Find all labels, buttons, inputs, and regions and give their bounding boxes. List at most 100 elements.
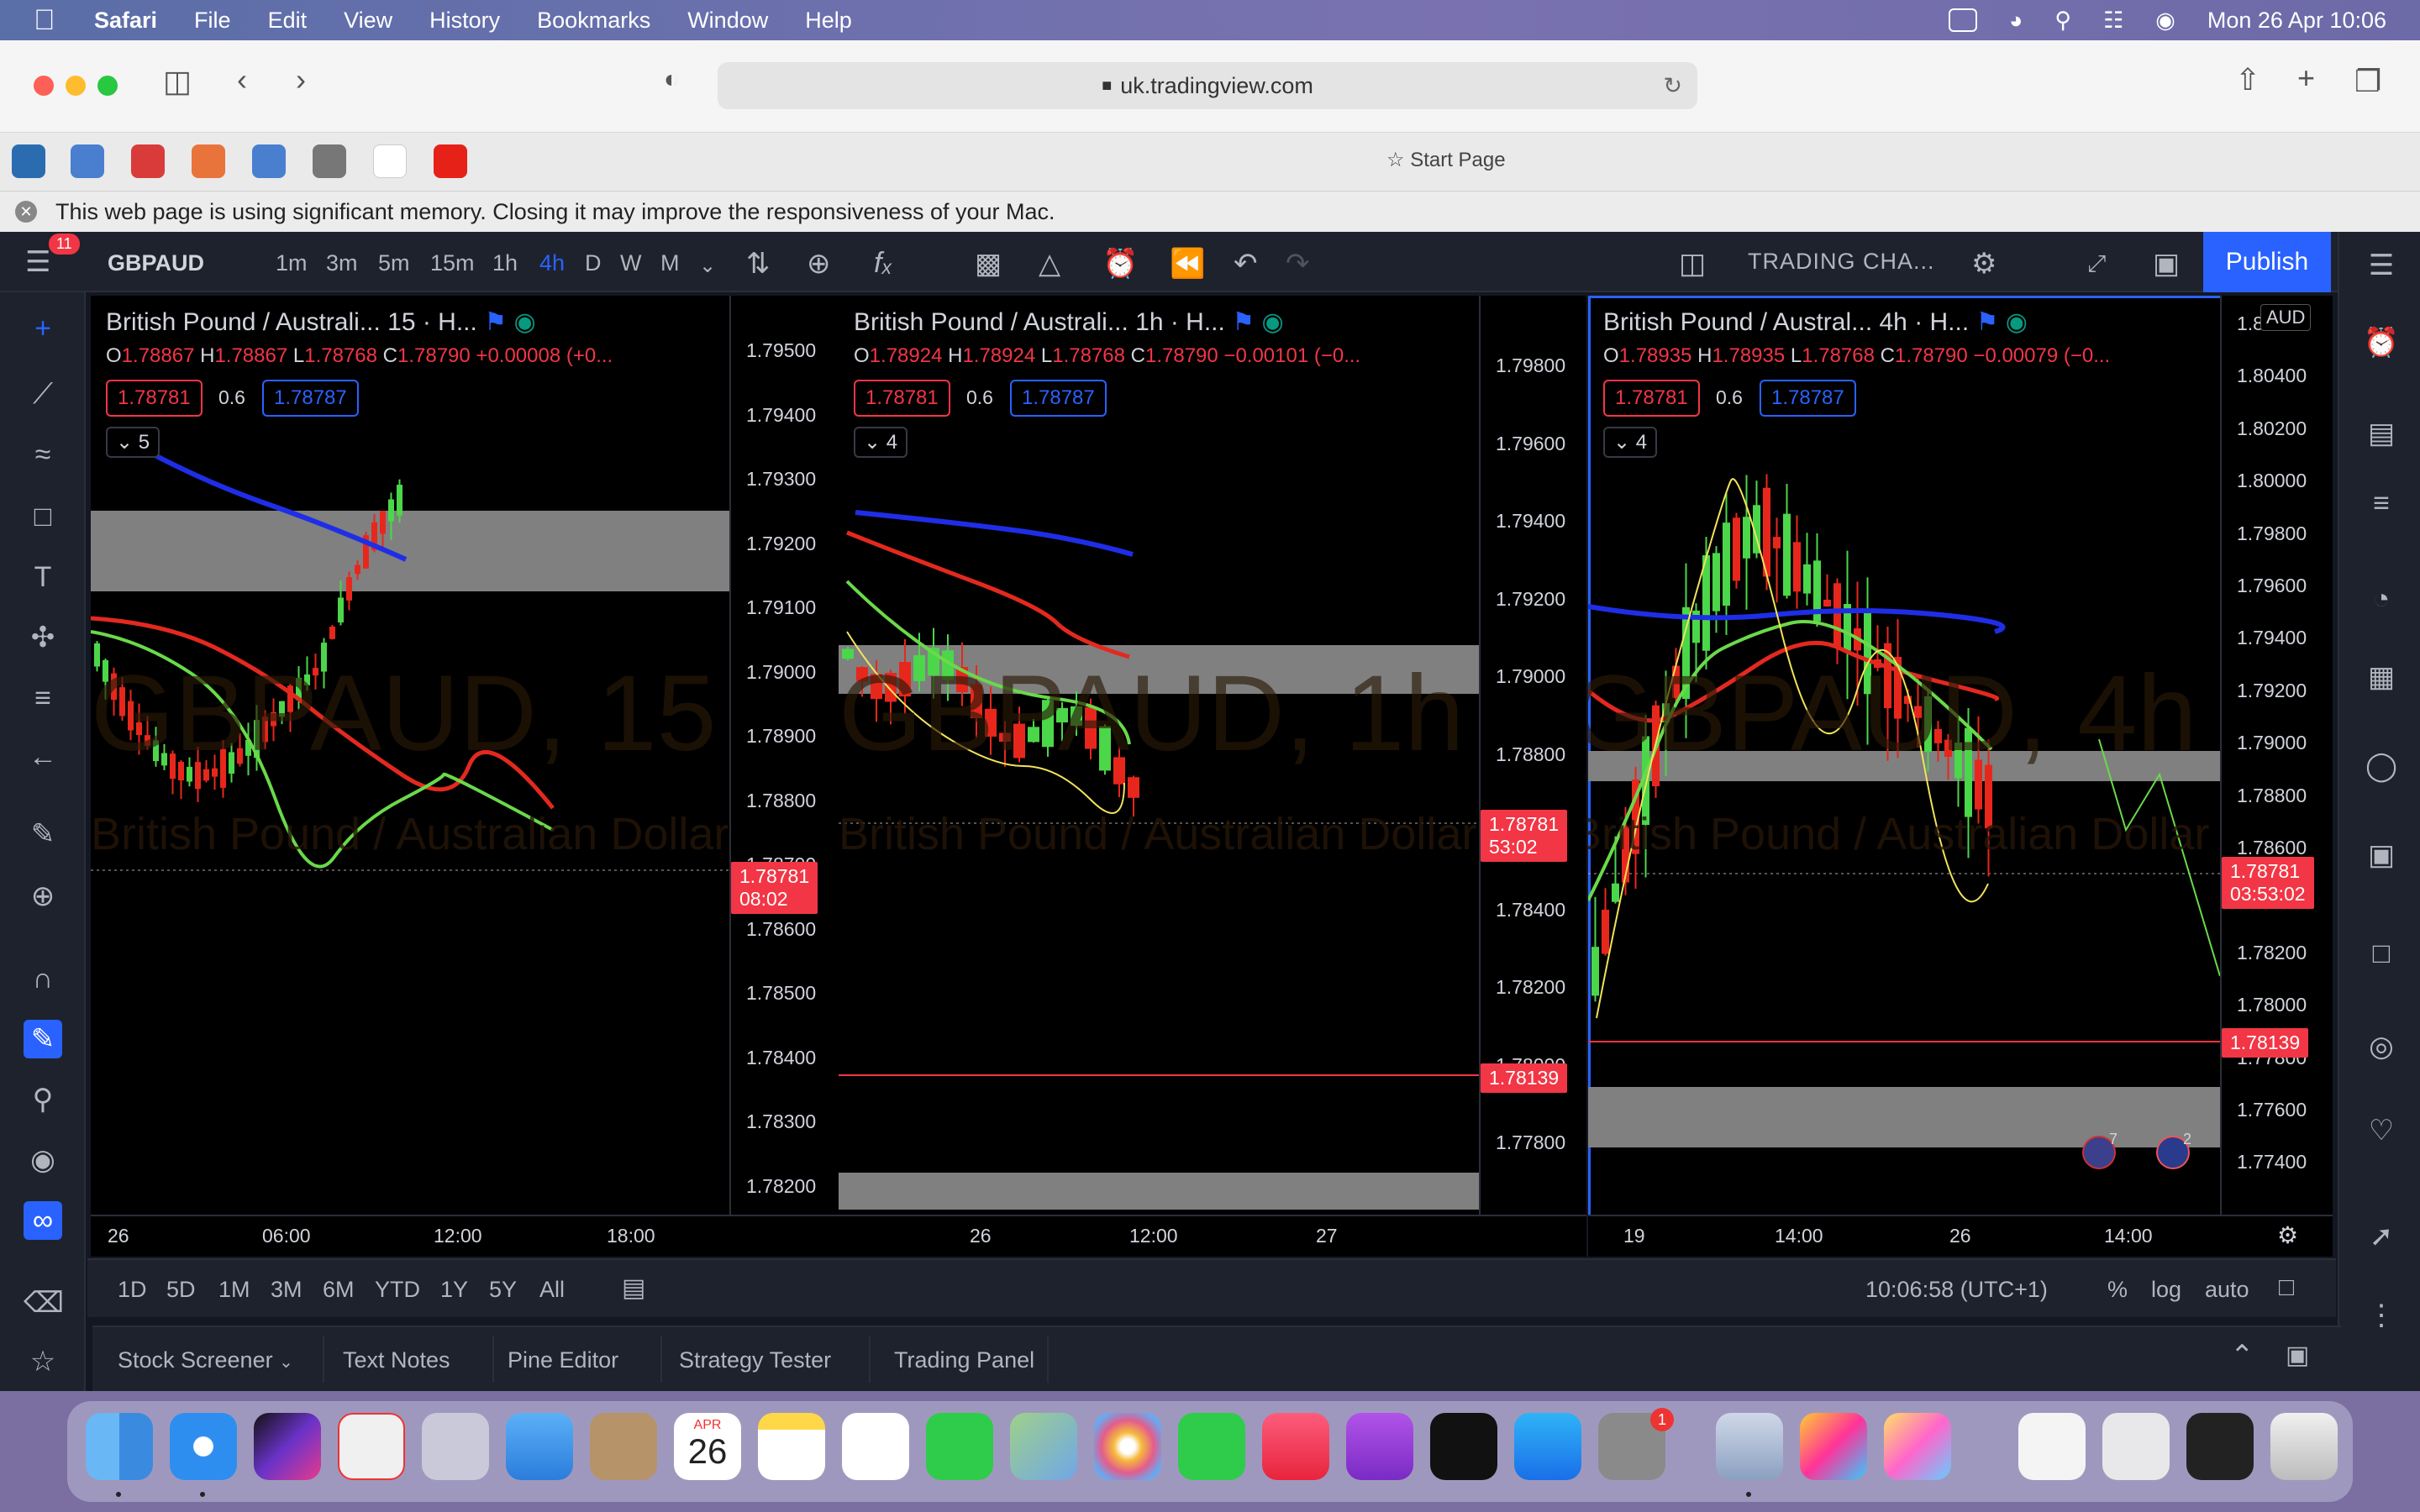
- flag-icon[interactable]: ⚑: [1976, 308, 1999, 336]
- chart-pane-4h[interactable]: GBPAUD, 4h British Pound / Australian Do…: [1588, 296, 2333, 1257]
- calendar-icon[interactable]: ▦: [2361, 660, 2402, 701]
- close-banner-icon[interactable]: ✕: [15, 201, 37, 223]
- buy-button[interactable]: 1.78787: [1760, 380, 1856, 417]
- sidebar-toggle-icon[interactable]: ◫: [163, 64, 192, 99]
- templates-icon[interactable]: ▩: [975, 247, 1002, 281]
- safari-icon[interactable]: [170, 1413, 237, 1480]
- chart-settings-icon[interactable]: ⚙: [2277, 1221, 2298, 1249]
- menu-icon[interactable]: ☰: [25, 245, 50, 279]
- favorite-chart-icon[interactable]: [252, 144, 286, 178]
- timeframe-15m[interactable]: 15m: [430, 250, 475, 276]
- flag-icon[interactable]: ⚑: [484, 308, 507, 336]
- timeframe-M[interactable]: M: [660, 250, 680, 276]
- zoom-in-icon[interactable]: ⊕: [24, 877, 62, 916]
- magnet-icon[interactable]: ∩: [24, 959, 62, 998]
- price-axis[interactable]: 1.79800 1.79600 1.79400 1.79200 1.79000 1.788…: [1479, 296, 1586, 1215]
- battery-icon[interactable]: [1948, 8, 1977, 32]
- crosshair-icon[interactable]: +: [24, 309, 62, 348]
- sell-button[interactable]: 1.78781: [106, 380, 203, 417]
- menu-edit[interactable]: Edit: [268, 8, 308, 34]
- percent-scale-toggle[interactable]: %: [2107, 1277, 2128, 1303]
- replay-icon[interactable]: ⏪: [1170, 247, 1205, 281]
- hotlist-icon[interactable]: ◔: [2361, 583, 2402, 623]
- trendline-icon[interactable]: ⟋: [24, 375, 62, 413]
- menu-window[interactable]: Window: [687, 8, 768, 34]
- dom-icon[interactable]: ⋮: [2361, 1299, 2402, 1339]
- pane-title[interactable]: British Pound / Australi... 1h · H... ⚑ …: [854, 307, 1284, 337]
- range-5D[interactable]: 5D: [166, 1277, 196, 1303]
- start-page-tab[interactable]: ☆ Start Page: [1386, 148, 1506, 172]
- prediction-icon[interactable]: ≡: [24, 679, 62, 717]
- menu-bookmarks[interactable]: Bookmarks: [537, 8, 650, 34]
- currency-label[interactable]: AUD: [2260, 304, 2312, 331]
- favorite-youtube-icon[interactable]: [434, 144, 467, 178]
- redo-icon[interactable]: ↷: [1286, 247, 1310, 281]
- favorite-tradingview-icon[interactable]: [12, 144, 45, 178]
- range-1Y[interactable]: 1Y: [440, 1277, 468, 1303]
- launchpad-icon[interactable]: [422, 1413, 489, 1480]
- siri-icon[interactable]: [254, 1413, 321, 1480]
- tab-stock-screener[interactable]: Stock Screener ⌄: [118, 1347, 293, 1373]
- tab-trading-panel[interactable]: Trading Panel: [894, 1347, 1034, 1373]
- camera-icon[interactable]: ▣: [2153, 247, 2180, 281]
- new-tab-icon[interactable]: +: [2297, 60, 2315, 96]
- maps-icon[interactable]: [1010, 1413, 1077, 1480]
- price-axis[interactable]: 1.806001.804001.802001.800001.798001.796…: [2220, 296, 2333, 1215]
- calendar-app-icon[interactable]: APR 26: [674, 1413, 741, 1480]
- messages-icon[interactable]: □: [2361, 937, 2402, 978]
- tab-strategy-tester[interactable]: Strategy Tester: [679, 1347, 831, 1373]
- candle-style-icon[interactable]: ⇅: [746, 247, 771, 281]
- chevron-up-icon[interactable]: ⌃: [2230, 1339, 2254, 1373]
- tab-text-notes[interactable]: Text Notes: [343, 1347, 450, 1373]
- ruler-icon[interactable]: ✎: [24, 815, 62, 853]
- preview-icon[interactable]: [1716, 1413, 1783, 1480]
- price-axis[interactable]: 1.79500 1.79400 1.79300 1.79200 1.79100 1.790…: [729, 296, 839, 1215]
- time-axis[interactable]: 26 12:00 27: [839, 1215, 1586, 1257]
- menu-history[interactable]: History: [429, 8, 500, 34]
- range-1D[interactable]: 1D: [118, 1277, 147, 1303]
- layout-select-icon[interactable]: ◫: [1679, 247, 1706, 281]
- indicator-toggle[interactable]: ⌄ 4: [854, 427, 908, 458]
- stay-in-drawing-icon[interactable]: ✎: [24, 1020, 62, 1058]
- lock-drawings-icon[interactable]: ⚲: [24, 1080, 62, 1119]
- goto-date-icon[interactable]: ▤: [622, 1273, 645, 1303]
- finder-icon[interactable]: [86, 1413, 153, 1480]
- privacy-shield-icon[interactable]: ◐: [664, 66, 679, 94]
- publish-button[interactable]: Publish: [2203, 232, 2331, 292]
- pane-title[interactable]: British Pound / Australi... 15 · H... ⚑ …: [106, 307, 536, 337]
- compare-icon[interactable]: △: [1039, 247, 1060, 281]
- settings-icon[interactable]: ⚙: [1971, 247, 1996, 281]
- chart-thumbnail-icon[interactable]: [2186, 1413, 2254, 1480]
- favorite-t-icon[interactable]: [313, 144, 346, 178]
- favorite-site-icon[interactable]: [192, 144, 225, 178]
- chevron-down-icon[interactable]: ⌄: [699, 254, 716, 278]
- ideas-bulb-icon[interactable]: ◯: [2361, 749, 2402, 790]
- back-icon[interactable]: ‹: [237, 62, 247, 97]
- favorite-google-icon[interactable]: [373, 144, 407, 178]
- details-icon[interactable]: ≡: [2361, 487, 2402, 528]
- favorite-chart-icon[interactable]: [71, 144, 104, 178]
- reminders-icon[interactable]: [842, 1413, 909, 1480]
- fullscreen-chart-icon[interactable]: □: [2279, 1273, 2294, 1302]
- sell-button[interactable]: 1.78781: [854, 380, 950, 417]
- shapes-icon[interactable]: □: [24, 497, 62, 536]
- facetime-icon[interactable]: [1178, 1413, 1245, 1480]
- buy-button[interactable]: 1.78787: [1010, 380, 1107, 417]
- favorite-site-icon[interactable]: [131, 144, 165, 178]
- trash-can-icon[interactable]: [2270, 1413, 2338, 1480]
- notifications-bell-icon[interactable]: ♡: [2361, 1114, 2402, 1154]
- wifi-icon[interactable]: ◕: [2009, 8, 2023, 34]
- time-axis[interactable]: 19 14:00 26 14:00 ⚙: [1588, 1215, 2333, 1257]
- alert-icon[interactable]: ⏰: [1102, 247, 1138, 281]
- screenshot-stack-icon[interactable]: [2102, 1413, 2170, 1480]
- alerts-clock-icon[interactable]: ⏰: [2361, 326, 2402, 366]
- favorites-star-icon[interactable]: ☆: [24, 1342, 62, 1381]
- apple-tv-icon[interactable]: [1430, 1413, 1497, 1480]
- add-symbol-icon[interactable]: ⊕: [807, 247, 831, 281]
- siri-icon[interactable]: ◉: [2155, 8, 2175, 34]
- range-3M[interactable]: 3M: [271, 1277, 302, 1303]
- news-icon[interactable]: [338, 1413, 405, 1480]
- apple-icon[interactable]: : [34, 6, 59, 34]
- timeframe-D[interactable]: D: [585, 250, 602, 276]
- maximize-panel-icon[interactable]: ▣: [2286, 1341, 2309, 1370]
